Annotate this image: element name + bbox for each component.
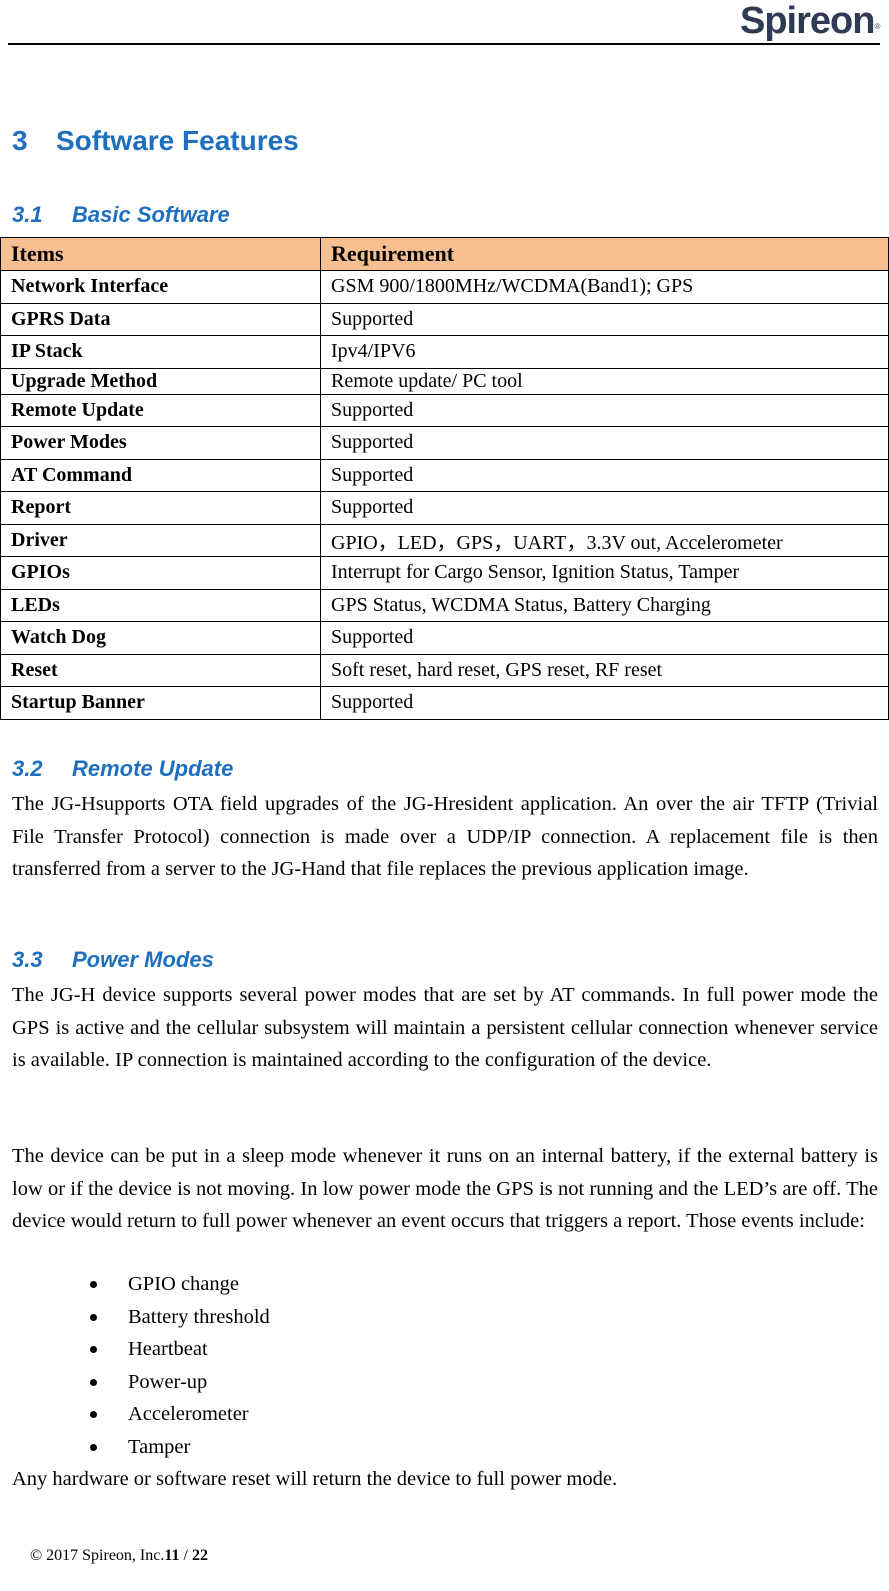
cell-requirement: Supported: [320, 686, 889, 720]
power-modes-paragraph-1: The JG-H device supports several power m…: [12, 984, 878, 1071]
wake-events-list: GPIO change Battery threshold Heartbeat …: [90, 1268, 270, 1463]
list-item: Accelerometer: [90, 1398, 270, 1431]
cell-item: Reset: [0, 653, 321, 687]
cell-requirement: Interrupt for Cargo Sensor, Ignition Sta…: [320, 556, 889, 590]
subsection-title: Remote Update: [72, 756, 234, 781]
table-header-row: Items Requirement: [0, 237, 889, 271]
bullet-icon: [90, 1281, 97, 1288]
cell-item: Driver: [0, 523, 321, 557]
page-footer: © 2017 Spireon, Inc.11 / 22: [30, 1547, 208, 1565]
cell-requirement: Supported: [320, 302, 889, 336]
cell-requirement: Supported: [320, 458, 889, 492]
bullet-icon: [90, 1411, 97, 1418]
table-row: IP Stack Ipv4/IPV6: [0, 335, 889, 369]
cell-requirement: GPS Status, WCDMA Status, Battery Chargi…: [320, 588, 889, 622]
logo-text: Spireon: [740, 0, 875, 42]
list-item: Heartbeat: [90, 1333, 270, 1366]
cell-item: IP Stack: [0, 335, 321, 369]
table-row: Startup Banner Supported: [0, 686, 889, 720]
cell-requirement: GPIO，LED，GPS，UART，3.3V out, Acceleromete…: [320, 523, 889, 557]
subsection-heading-remote-update: 3.2 Remote Update: [12, 756, 233, 782]
cell-item: Network Interface: [0, 270, 321, 304]
power-modes-closing: Any hardware or software reset will retu…: [12, 1468, 618, 1490]
cell-requirement: Supported: [320, 393, 889, 427]
cell-item: Upgrade Method: [0, 367, 321, 395]
column-header-items: Items: [0, 237, 321, 271]
list-item: Battery threshold: [90, 1301, 270, 1334]
subsection-title: Basic Software: [72, 202, 230, 227]
cell-item: Report: [0, 491, 321, 525]
table-row: Driver GPIO，LED，GPS，UART，3.3V out, Accele…: [0, 523, 889, 557]
subsection-number: 3.2: [12, 756, 43, 781]
subsection-number: 3.3: [12, 947, 43, 972]
table-row: Network Interface GSM 900/1800MHz/WCDMA(B…: [0, 270, 889, 304]
section-heading: 3 Software Features: [12, 125, 299, 157]
cell-item: LEDs: [0, 588, 321, 622]
cell-item: GPIOs: [0, 556, 321, 590]
list-item: GPIO change: [90, 1268, 270, 1301]
cell-item: Startup Banner: [0, 686, 321, 720]
subsection-title: Power Modes: [72, 947, 214, 972]
table-row: Upgrade Method Remote update/ PC tool: [0, 367, 889, 395]
bullet-icon: [90, 1443, 97, 1451]
cell-item: Power Modes: [0, 426, 321, 460]
table-row: Watch Dog Supported: [0, 621, 889, 655]
cell-item: AT Command: [0, 458, 321, 492]
column-header-requirement: Requirement: [320, 237, 889, 271]
table-row: AT Command Supported: [0, 458, 889, 492]
table-row: Report Supported: [0, 491, 889, 525]
cell-requirement: Supported: [320, 621, 889, 655]
list-item: Tamper: [90, 1431, 270, 1464]
registered-mark: ®: [874, 22, 880, 31]
list-item-text: Tamper: [128, 1435, 191, 1458]
cell-item: GPRS Data: [0, 302, 321, 336]
list-item-text: Accelerometer: [128, 1403, 249, 1425]
cell-item: Remote Update: [0, 393, 321, 427]
cell-requirement: Remote update/ PC tool: [320, 367, 889, 395]
subsection-heading-basic-software: 3.1 Basic Software: [12, 202, 230, 228]
table-row: GPIOs Interrupt for Cargo Sensor, Ignitio…: [0, 556, 889, 590]
table-row: LEDs GPS Status, WCDMA Status, Battery Ch…: [0, 588, 889, 622]
remote-update-paragraph: The JG-Hsupports OTA field upgrades of t…: [12, 793, 878, 880]
list-item-text: GPIO change: [128, 1273, 240, 1295]
table-row: Power Modes Supported: [0, 426, 889, 460]
basic-software-table: Items Requirement Network Interface GSM 9…: [0, 237, 889, 720]
cell-requirement: GSM 900/1800MHz/WCDMA(Band1); GPS: [320, 270, 889, 304]
bullet-icon: [90, 1378, 97, 1386]
bullet-icon: [90, 1313, 97, 1321]
cell-item: Watch Dog: [0, 621, 321, 655]
list-item-text: Power-up: [128, 1370, 208, 1393]
cell-requirement: Soft reset, hard reset, GPS reset, RF re…: [320, 653, 889, 687]
subsection-number: 3.1: [12, 202, 43, 227]
header-divider: [8, 43, 880, 45]
list-item: Power-up: [90, 1366, 270, 1399]
table-row: Reset Soft reset, hard reset, GPS reset, …: [0, 653, 889, 687]
table-row: GPRS Data Supported: [0, 302, 889, 336]
page-number-current: 11: [164, 1547, 180, 1564]
spireon-logo: Spireon®: [740, 0, 880, 42]
list-item-text: Battery threshold: [128, 1305, 270, 1328]
bullet-icon: [90, 1346, 97, 1353]
page-separator: /: [179, 1547, 192, 1564]
cell-requirement: Supported: [320, 491, 889, 525]
cell-requirement: Ipv4/IPV6: [320, 335, 889, 369]
subsection-heading-power-modes: 3.3 Power Modes: [12, 947, 214, 973]
page-number-total: 22: [191, 1547, 208, 1564]
section-title: Software Features: [56, 125, 299, 156]
copyright: © 2017 Spireon, Inc.: [30, 1547, 165, 1564]
cell-requirement: Supported: [320, 426, 889, 460]
power-modes-paragraph-2: The device can be put in a sleep mode wh…: [12, 1145, 878, 1232]
table-row: Remote Update Supported: [0, 393, 889, 427]
list-item-text: Heartbeat: [128, 1338, 208, 1360]
section-number: 3: [12, 125, 28, 156]
